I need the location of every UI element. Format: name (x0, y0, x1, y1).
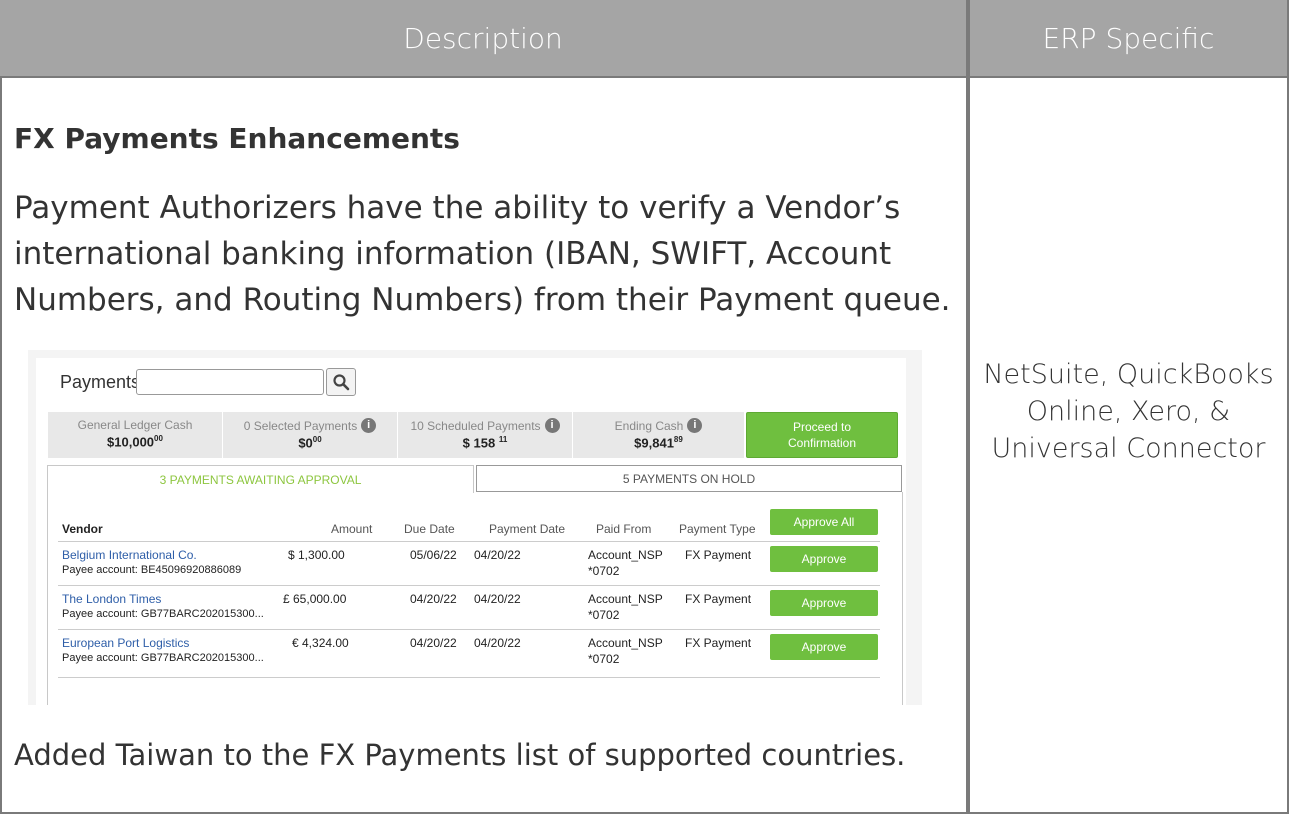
payment-date: 04/20/22 (474, 636, 521, 650)
amount: $ 1,300.00 (288, 548, 345, 562)
approve-all-button[interactable]: Approve All (770, 509, 878, 535)
info-icon[interactable]: i (687, 418, 703, 433)
paid-from: Account_NSP (588, 592, 663, 606)
payee-account: Payee account: BE45096920886089 (62, 564, 242, 576)
amount: € 4,324.00 (292, 636, 349, 650)
table-row: The London Times Payee account: GB77BARC… (58, 586, 880, 630)
payments-search-input[interactable] (136, 369, 324, 395)
table-row: European Port Logistics Payee account: G… (58, 630, 880, 674)
summary-cents: 00 (154, 434, 163, 443)
summary-general-ledger-cash: General Ledger Cash $10,00000 (48, 412, 222, 458)
due-date: 05/06/22 (410, 548, 457, 562)
summary-label: General Ledger Cash (77, 418, 193, 432)
amount: £ 65,000.00 (283, 592, 347, 606)
paid-from: Account_NSP (588, 548, 663, 562)
column-header-payment-type: Payment Type (679, 522, 756, 536)
paid-from: Account_NSP (588, 636, 663, 650)
summary-cents: 11 (498, 435, 508, 444)
payment-date: 04/20/22 (474, 592, 521, 606)
paid-from-suffix: *0702 (588, 564, 620, 578)
due-date: 04/20/22 (410, 592, 457, 606)
approve-button[interactable]: Approve (770, 590, 878, 616)
summary-value: $0 (298, 435, 313, 451)
vendor-link[interactable]: The London Times (62, 592, 161, 606)
summary-label: 0 Selected Payments (243, 418, 358, 433)
tab-awaiting-approval[interactable]: 3 PAYMENTS AWAITING APPROVAL (47, 465, 474, 493)
cash-summary-bar: General Ledger Cash $10,00000 0 Selected… (48, 412, 744, 458)
table-row: Belgium International Co. Payee account:… (58, 542, 880, 586)
summary-cents: 89 (673, 435, 683, 444)
approve-button[interactable]: Approve (770, 634, 878, 660)
paid-from-suffix: *0702 (588, 652, 620, 666)
payment-date: 04/20/22 (474, 548, 521, 562)
vendor-link[interactable]: European Port Logistics (62, 636, 189, 650)
column-header-amount: Amount (331, 522, 373, 536)
vendor-link[interactable]: Belgium International Co. (62, 548, 197, 562)
approve-button[interactable]: Approve (770, 546, 878, 572)
payee-account: Payee account: GB77BARC202015300... (62, 608, 264, 620)
paid-from-suffix: *0702 (588, 608, 620, 622)
due-date: 04/20/22 (410, 636, 457, 650)
column-header-vendor: Vendor (62, 522, 103, 536)
summary-value: $10,000 (107, 434, 155, 450)
section-paragraph-taiwan: Added Taiwan to the FX Payments list of … (14, 738, 906, 772)
payment-type: FX Payment (685, 548, 752, 562)
tab-on-hold[interactable]: 5 PAYMENTS ON HOLD (476, 465, 902, 492)
search-button[interactable] (326, 368, 356, 396)
payment-type: FX Payment (685, 592, 752, 606)
info-icon[interactable]: i (544, 418, 560, 433)
payments-screenshot: Payments General Ledger Cash $10,00000 0… (28, 350, 922, 705)
section-paragraph: Payment Authorizers have the ability to … (14, 190, 951, 318)
summary-label: Ending Cash (614, 418, 684, 433)
row-divider (58, 677, 880, 678)
payee-account: Payee account: GB77BARC202015300... (62, 652, 264, 664)
summary-ending-cash: Ending Cash i $9,84189 (573, 412, 744, 458)
summary-cents: 00 (312, 435, 322, 444)
payments-label: Payments (60, 372, 141, 392)
search-icon (333, 374, 350, 391)
description-header: Description (0, 0, 966, 76)
summary-scheduled-payments: 10 Scheduled Payments i $ 158 11 (398, 412, 572, 458)
summary-value: $9,841 (634, 435, 674, 451)
section-title: FX Payments Enhancements (14, 122, 460, 155)
column-header-payment-date: Payment Date (489, 522, 566, 536)
payments-screen: Payments General Ledger Cash $10,00000 0… (36, 358, 906, 705)
info-icon[interactable]: i (361, 418, 377, 433)
summary-value: $ 158 (462, 435, 496, 451)
erp-specific-header: ERP Specific (970, 0, 1287, 76)
summary-selected-payments: 0 Selected Payments i $000 (223, 412, 397, 458)
erp-list: NetSuite, QuickBooks Online, Xero, & Uni… (983, 359, 1274, 464)
header-divider (0, 76, 1287, 78)
column-header-paid-from: Paid From (596, 522, 652, 536)
payment-type: FX Payment (685, 636, 752, 650)
summary-label: 10 Scheduled Payments (410, 418, 541, 433)
column-header-due-date: Due Date (404, 522, 455, 536)
proceed-to-confirmation-button[interactable]: Proceed to Confirmation (746, 412, 898, 458)
